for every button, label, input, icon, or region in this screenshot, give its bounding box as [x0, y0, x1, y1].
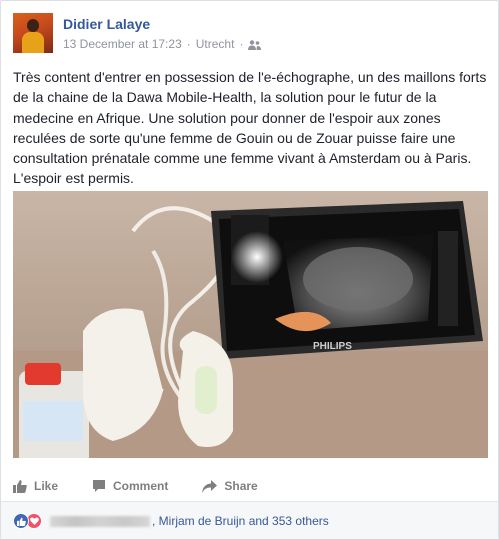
post-photo[interactable]: PHILIPS — [13, 191, 488, 458]
friends-icon[interactable] — [248, 39, 262, 50]
like-button[interactable]: Like — [13, 479, 58, 493]
share-icon — [202, 479, 218, 493]
post-location[interactable]: Utrecht — [196, 37, 235, 51]
post-text: Très content d'entrer en possession de l… — [13, 69, 487, 187]
comment-icon — [93, 480, 106, 492]
meta-separator: · — [186, 37, 191, 51]
blurred-reactor-name[interactable] — [50, 515, 150, 527]
avatar[interactable] — [13, 13, 53, 53]
thumbs-up-icon — [13, 480, 27, 493]
like-icon[interactable] — [13, 513, 29, 529]
reactions-bar: , Mirjam de Bruijn and 353 others — [1, 502, 498, 539]
post-card: Didier Lalaye 13 December at 17:23 · Utr… — [0, 0, 499, 539]
author-name[interactable]: Didier Lalaye — [63, 16, 150, 32]
post-actions: Like Comment Share — [13, 471, 488, 501]
comment-button[interactable]: Comment — [92, 479, 168, 493]
reactions-text[interactable]: , Mirjam de Bruijn and 353 others — [152, 514, 329, 528]
share-button[interactable]: Share — [202, 479, 258, 493]
reactions-summary[interactable]: , Mirjam de Bruijn and 353 others — [13, 513, 329, 529]
meta-separator: · — [239, 37, 244, 51]
post-header: Didier Lalaye 13 December at 17:23 · Utr… — [13, 13, 483, 55]
comment-label: Comment — [113, 479, 169, 493]
like-label: Like — [34, 479, 59, 493]
post-date[interactable]: 13 December at 17:23 — [63, 37, 182, 51]
photo-brand-label: PHILIPS — [313, 341, 352, 352]
share-label: Share — [224, 479, 258, 493]
post-meta: 13 December at 17:23 · Utrecht · — [63, 37, 262, 51]
